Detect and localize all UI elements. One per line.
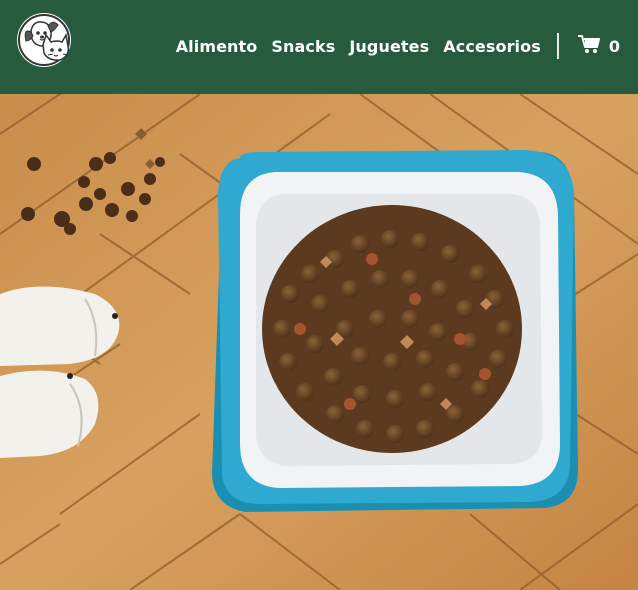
nav-divider (556, 33, 559, 59)
main-nav: Alimento Snacks Juguetes Accesorios 0 (176, 33, 620, 59)
nav-link-juguetes[interactable]: Juguetes (349, 37, 429, 56)
nav-link-accesorios[interactable]: Accesorios (443, 37, 541, 56)
hero-image (0, 94, 638, 590)
cart-count: 0 (608, 36, 620, 56)
nav-link-alimento[interactable]: Alimento (176, 37, 258, 56)
top-navbar: Alimento Snacks Juguetes Accesorios 0 (0, 0, 638, 94)
dog-cat-logo-icon[interactable] (15, 11, 73, 69)
food-bowl (212, 150, 578, 512)
nav-link-snacks[interactable]: Snacks (271, 37, 335, 56)
dog-food-bowl-illustration (0, 94, 638, 590)
cart-button[interactable]: 0 (577, 34, 620, 58)
cart-icon (577, 34, 601, 58)
